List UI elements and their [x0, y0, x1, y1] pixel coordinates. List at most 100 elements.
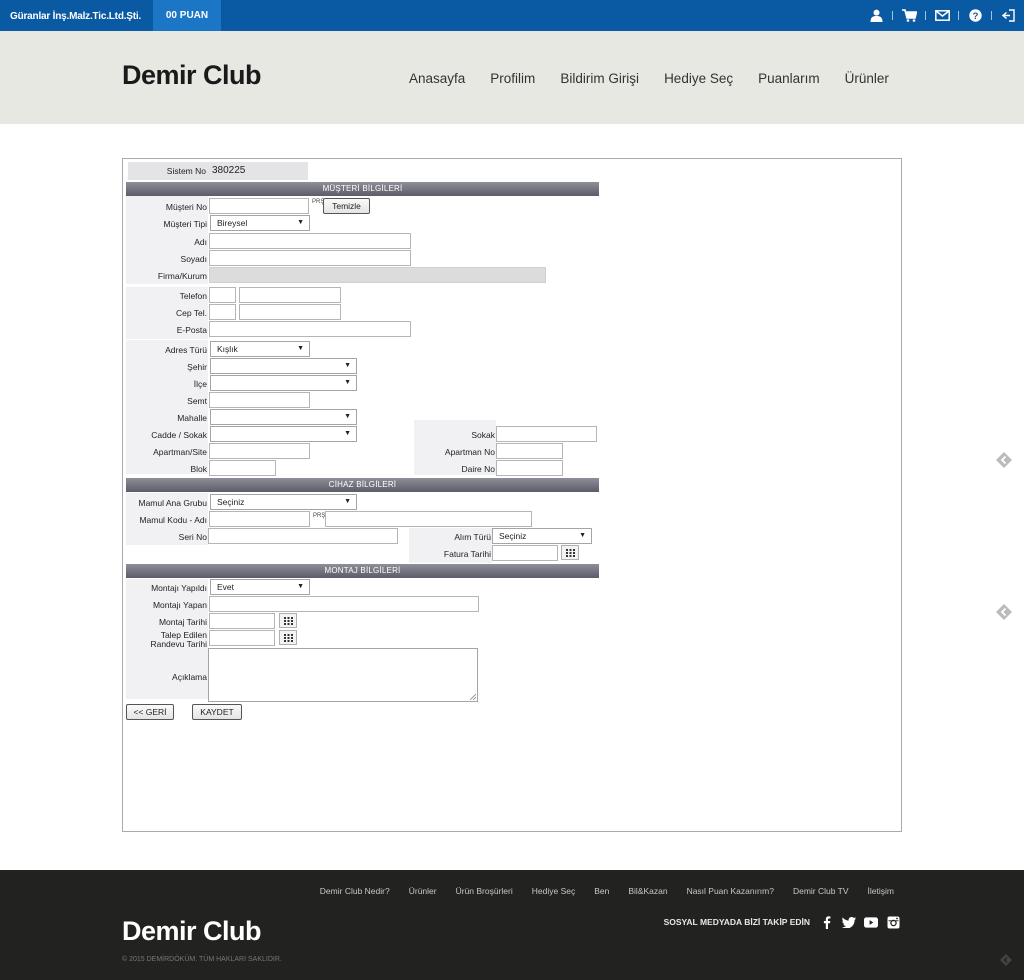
- footer-link-contact[interactable]: İletişim: [868, 886, 894, 896]
- side-arrow-icon[interactable]: [996, 604, 1012, 620]
- footer-link-gift[interactable]: Hediye Seç: [532, 886, 575, 896]
- chevron-down-icon: ▼: [344, 498, 351, 505]
- product-picker-icon[interactable]: PRŞ: [313, 513, 325, 519]
- apartment-no-input[interactable]: [496, 443, 563, 459]
- nav-item-gift[interactable]: Hediye Seç: [664, 71, 733, 86]
- appointment-date-input[interactable]: [209, 630, 275, 646]
- nav-item-report-entry[interactable]: Bildirim Girişi: [560, 71, 639, 86]
- copyright-text: © 2015 DEMİRDÖKÜM. TÜM HAKLARI SAKLIDIR.: [122, 956, 282, 963]
- instagram-icon[interactable]: [886, 915, 900, 929]
- social-text: SOSYAL MEDYADA BİZİ TAKİP EDİN: [663, 917, 810, 927]
- serial-no-input[interactable]: [208, 528, 398, 544]
- chevron-down-icon: ▼: [297, 583, 304, 590]
- neighborhood-select[interactable]: ▼: [210, 409, 357, 425]
- customer-type-select[interactable]: Bireysel ▼: [210, 215, 310, 231]
- invoice-date-input[interactable]: [492, 545, 558, 561]
- mobile-number-input[interactable]: [239, 304, 341, 320]
- footer-link-tv[interactable]: Demir Club TV: [793, 886, 849, 896]
- phone-area-input[interactable]: [209, 287, 236, 303]
- footer-links: Demir Club Nedir? Ürünler Ürün Broşürler…: [320, 886, 894, 896]
- name-input[interactable]: [209, 233, 411, 249]
- nav-item-points[interactable]: Puanlarım: [758, 71, 820, 86]
- divider: [991, 10, 992, 20]
- customer-no-input[interactable]: [209, 198, 309, 214]
- nav-item-profile[interactable]: Profilim: [490, 71, 535, 86]
- address-type-select[interactable]: Kışlık ▼: [210, 341, 310, 357]
- description-label: Açıklama: [172, 672, 207, 682]
- top-bar: Güranlar İnş.Malz.Tic.Ltd.Şti. 00 PUAN ?: [0, 0, 1024, 31]
- install-section-header: MONTAJ BİLGİLERİ: [126, 564, 599, 578]
- divider: [958, 10, 959, 20]
- purchase-type-select[interactable]: Seçiniz ▼: [492, 528, 592, 544]
- street-select[interactable]: ▼: [210, 426, 357, 442]
- name-label: Adı: [194, 237, 207, 247]
- company-input[interactable]: [209, 267, 546, 283]
- site-logo[interactable]: Demir Club: [122, 60, 262, 91]
- save-button[interactable]: KAYDET: [192, 704, 242, 720]
- footer-link-about[interactable]: Demir Club Nedir?: [320, 886, 390, 896]
- divider: [925, 10, 926, 20]
- footer-link-earn-points[interactable]: Nasıl Puan Kazanırım?: [687, 886, 774, 896]
- installer-label: Montajı Yapan: [152, 600, 207, 610]
- email-input[interactable]: [209, 321, 411, 337]
- description-textarea[interactable]: [208, 648, 478, 702]
- mobile-area-input[interactable]: [209, 304, 236, 320]
- product-code-label: Mamul Kodu - Adı: [139, 515, 207, 525]
- city-label: Şehir: [187, 362, 207, 372]
- user-icon[interactable]: [868, 7, 884, 23]
- phone-number-input[interactable]: [239, 287, 341, 303]
- logout-icon[interactable]: [1000, 7, 1016, 23]
- facebook-icon[interactable]: [820, 915, 834, 929]
- help-icon[interactable]: ?: [967, 7, 983, 23]
- footer-link-quiz[interactable]: Bil&Kazan: [628, 886, 667, 896]
- installer-input[interactable]: [209, 596, 479, 612]
- footer-link-ben[interactable]: Ben: [594, 886, 609, 896]
- system-no-label: Sistem No: [166, 166, 206, 176]
- chevron-down-icon: ▼: [344, 430, 351, 437]
- calendar-icon[interactable]: [279, 613, 297, 628]
- lane-input[interactable]: [496, 426, 597, 442]
- back-button[interactable]: << GERİ: [126, 704, 174, 720]
- surname-input[interactable]: [209, 250, 411, 266]
- cart-icon[interactable]: [901, 7, 917, 23]
- nav-item-home[interactable]: Anasayfa: [409, 71, 465, 86]
- chevron-down-icon: ▼: [344, 362, 351, 369]
- calendar-icon[interactable]: [279, 630, 297, 645]
- appointment-label: Talep Edilen Randevu Tarihi: [126, 631, 207, 649]
- district-select[interactable]: ▼: [210, 375, 357, 391]
- block-label: Blok: [190, 464, 207, 474]
- side-arrow-icon[interactable]: [1000, 953, 1012, 966]
- product-group-value: Seçiniz: [217, 497, 245, 507]
- flat-no-input[interactable]: [496, 460, 563, 476]
- product-group-label: Mamul Ana Grubu: [138, 498, 207, 508]
- clear-button[interactable]: Temizle: [323, 198, 370, 214]
- address-type-label: Adres Türü: [165, 345, 207, 355]
- district-label: İlçe: [193, 379, 207, 389]
- footer-link-brochures[interactable]: Ürün Broşürleri: [456, 886, 513, 896]
- footer-link-products[interactable]: Ürünler: [409, 886, 437, 896]
- product-name-input[interactable]: [325, 511, 532, 527]
- area-input[interactable]: [209, 392, 310, 408]
- product-group-select[interactable]: Seçiniz ▼: [210, 494, 357, 510]
- site-header: Demir Club Anasayfa Profilim Bildirim Gi…: [0, 31, 1024, 124]
- youtube-icon[interactable]: [864, 915, 878, 929]
- installed-value: Evet: [217, 582, 235, 592]
- installed-select[interactable]: Evet ▼: [210, 579, 310, 595]
- company-name: Güranlar İnş.Malz.Tic.Ltd.Şti.: [10, 11, 142, 22]
- product-code-input[interactable]: [209, 511, 310, 527]
- apartment-input[interactable]: [209, 443, 310, 459]
- side-arrow-icon[interactable]: [996, 452, 1012, 468]
- area-label: Semt: [187, 396, 207, 406]
- install-date-input[interactable]: [209, 613, 275, 629]
- nav-item-products[interactable]: Ürünler: [845, 71, 889, 86]
- points-badge[interactable]: 00 PUAN: [153, 0, 221, 31]
- mail-icon[interactable]: [934, 7, 950, 23]
- footer-logo[interactable]: Demir Club: [122, 916, 262, 947]
- chevron-down-icon: ▼: [344, 413, 351, 420]
- city-select[interactable]: ▼: [210, 358, 357, 374]
- svg-text:?: ?: [972, 11, 978, 22]
- block-input[interactable]: [209, 460, 276, 476]
- chevron-down-icon: ▼: [297, 219, 304, 226]
- twitter-icon[interactable]: [842, 915, 856, 929]
- calendar-icon[interactable]: [561, 545, 579, 560]
